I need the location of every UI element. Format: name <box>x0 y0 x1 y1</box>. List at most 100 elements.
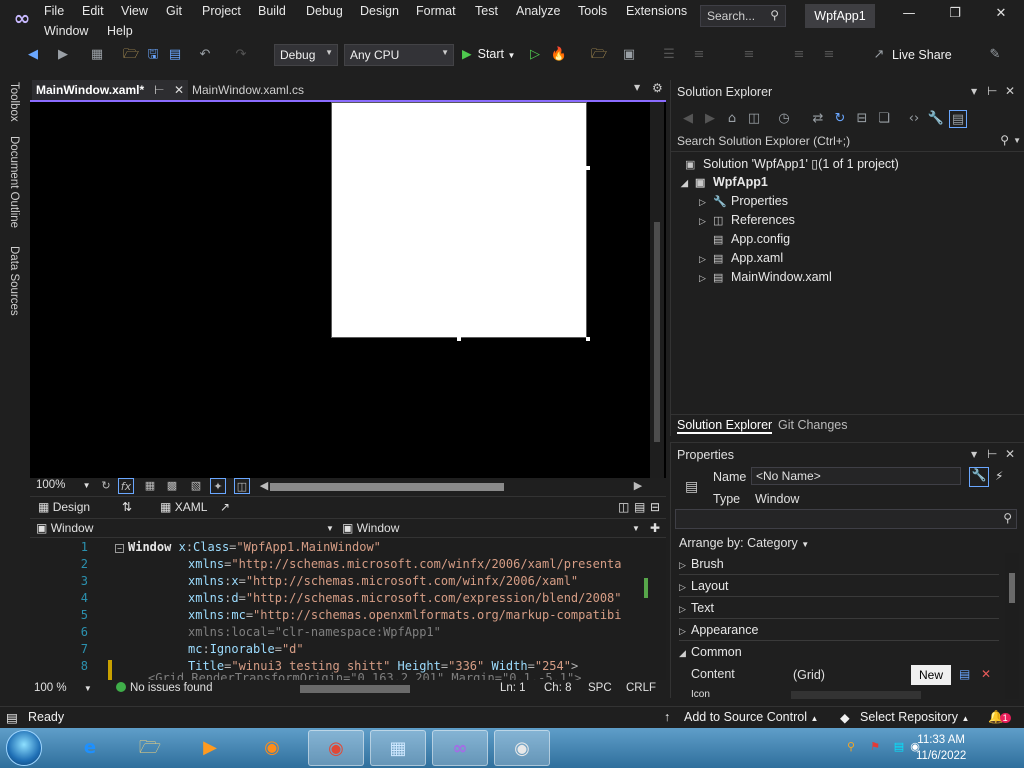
app-window-icon[interactable]: ◉ <box>494 730 550 766</box>
expanded-arrow-icon[interactable]: ◢ <box>681 178 695 189</box>
start-without-debugging-icon[interactable]: ▷ <box>526 46 544 64</box>
category-appearance[interactable]: ▷ Appearance <box>679 623 758 637</box>
feedback-icon[interactable]: ✎ <box>986 46 1004 64</box>
split-editor-icon[interactable]: ✚ <box>650 521 660 535</box>
category-common[interactable]: ◢ Common <box>679 645 742 659</box>
properties-search[interactable]: ⚲ <box>675 509 1017 529</box>
document-outline-tab[interactable]: Document Outline <box>8 136 20 228</box>
properties-wrench-icon[interactable]: 🔧 <box>969 467 989 487</box>
comment-icon[interactable]: ≡ <box>790 46 808 64</box>
pin-icon[interactable]: ⊢ <box>154 83 164 97</box>
menu-tools[interactable]: Tools <box>578 4 607 18</box>
pin-icon[interactable]: ⊢ <box>987 84 997 98</box>
open-folder-icon[interactable]: 🗁 <box>122 46 140 64</box>
category-brush[interactable]: ▷ Brush <box>679 557 724 571</box>
collapse-region-icon[interactable]: − <box>115 544 124 553</box>
resize-handle-right[interactable] <box>586 166 590 170</box>
refresh-icon[interactable]: ↻ <box>831 110 849 128</box>
resize-handle-bottom[interactable] <box>457 337 461 341</box>
search-options-icon[interactable]: ▼ <box>1013 136 1021 145</box>
menu-build[interactable]: Build <box>258 4 286 18</box>
format-icon[interactable]: ≡ <box>740 46 758 64</box>
switch-views-icon[interactable]: ◫ <box>745 110 763 128</box>
tab-solution-explorer[interactable]: Solution Explorer <box>677 418 773 434</box>
network-tray-icon[interactable]: ▤ <box>892 740 906 754</box>
menu-file[interactable]: File <box>44 4 64 18</box>
collapsed-arrow-icon[interactable]: ▷ <box>699 216 713 227</box>
properties-wrench-icon[interactable]: 🔧 <box>927 110 945 128</box>
preview-selected-icon[interactable]: ▤ <box>949 110 967 128</box>
editor-zoom-select[interactable]: 100 % ▼ <box>34 682 92 694</box>
back-icon[interactable]: ◀ <box>679 110 697 128</box>
start-button[interactable]: ▶ Start ▼ <box>462 46 515 61</box>
menu-format[interactable]: Format <box>416 4 456 18</box>
events-lightning-icon[interactable]: ⚡ <box>995 469 1003 483</box>
project-name-badge[interactable]: WpfApp1 <box>805 4 875 28</box>
effects-icon[interactable]: fx <box>118 478 134 494</box>
resize-handle-corner[interactable] <box>586 337 590 341</box>
redo-icon[interactable]: ↷ <box>232 46 250 64</box>
platform-select[interactable]: Any CPU ▼ <box>344 44 454 66</box>
collapsed-arrow-icon[interactable]: ▷ <box>699 197 713 208</box>
app-icon[interactable]: ◉ <box>244 730 300 766</box>
forward-icon[interactable]: ▶ <box>701 110 719 128</box>
scroll-right-icon[interactable]: ▶ <box>630 478 646 494</box>
xaml-designer-surface[interactable] <box>30 102 666 478</box>
menu-view[interactable]: View <box>121 4 148 18</box>
menu-test[interactable]: Test <box>475 4 498 18</box>
chevron-down-icon[interactable]: ▼ <box>632 524 640 533</box>
element-select-right[interactable]: ▣ Window <box>342 521 399 535</box>
issues-indicator[interactable]: No issues found <box>116 682 212 694</box>
configuration-select[interactable]: Debug ▼ <box>274 44 338 66</box>
chevron-down-icon[interactable]: ▼ <box>326 524 334 533</box>
flag-tray-icon[interactable]: ⚑ <box>868 740 882 754</box>
new-content-button[interactable]: New <box>911 665 951 685</box>
tab-overflow-icon[interactable]: ▼ <box>634 83 640 92</box>
close-icon[interactable]: ✕ <box>1005 84 1015 98</box>
menu-extensions[interactable]: Extensions <box>626 4 687 18</box>
tree-item-references[interactable]: ▷ ◫ References <box>699 213 795 227</box>
properties-scroll-thumb[interactable] <box>1009 573 1015 603</box>
tree-project-node[interactable]: ◢ ▣ WpfApp1 <box>681 175 768 189</box>
file-explorer-icon[interactable]: 🗁 <box>122 730 178 766</box>
restore-icon[interactable]: ❐ <box>940 6 970 26</box>
design-tab[interactable]: ▦ Design <box>38 500 90 514</box>
data-sources-tab[interactable]: Data Sources <box>8 246 20 316</box>
tree-item-app-xaml[interactable]: ▷ ▤ App.xaml <box>699 251 783 265</box>
grid-icon[interactable]: ▦ <box>142 478 158 494</box>
tab-git-changes[interactable]: Git Changes <box>778 418 847 432</box>
taskbar-clock[interactable]: 11:33 AM 11/6/2022 <box>916 732 966 764</box>
tab-mainwindow-xaml-cs[interactable]: MainWindow.xaml.cs <box>192 83 304 97</box>
tree-item-properties[interactable]: ▷ 🔧 Properties <box>699 194 788 208</box>
menu-edit[interactable]: Edit <box>82 4 104 18</box>
sync-icon[interactable]: ⇄ <box>809 110 827 128</box>
category-layout[interactable]: ▷ Layout <box>679 579 729 593</box>
add-to-source-control-button[interactable]: Add to Source Control ▲ <box>684 710 818 724</box>
window-preview[interactable] <box>331 102 587 338</box>
tree-solution-node[interactable]: ▣ Solution 'WpfApp1' ▯(1 of 1 project) <box>685 156 899 171</box>
gear-icon[interactable]: ⚙ <box>652 81 663 95</box>
output-window-icon[interactable]: ▤ <box>6 710 18 725</box>
back-icon[interactable]: ◀ <box>24 46 42 64</box>
undo-icon[interactable]: ↶ <box>196 46 214 64</box>
panel-options-icon[interactable]: ▼ <box>971 450 977 459</box>
designer-horizontal-scroll-thumb[interactable] <box>270 483 504 491</box>
visual-studio-icon[interactable]: ∞ <box>432 730 488 766</box>
new-project-icon[interactable]: ▦ <box>88 46 106 64</box>
uncomment-icon[interactable]: ≡ <box>820 46 838 64</box>
menu-analyze[interactable]: Analyze <box>516 4 560 18</box>
share-icon[interactable]: ↗ <box>870 46 888 64</box>
tab-mainwindow-xaml[interactable]: MainWindow.xaml* ⊢ ✕ <box>32 80 188 100</box>
icon-field[interactable] <box>791 691 921 699</box>
snap-grid-icon[interactable]: ▩ <box>164 478 180 494</box>
global-search-box[interactable]: Search... ⚲ <box>700 5 786 27</box>
property-marker-icon[interactable]: ▤ <box>959 667 970 681</box>
menu-design[interactable]: Design <box>360 4 399 18</box>
tree-item-app-config[interactable]: ▤ App.config <box>699 232 790 246</box>
folder-icon[interactable]: 🗁 <box>590 46 608 64</box>
menu-debug[interactable]: Debug <box>306 4 343 18</box>
home-icon[interactable]: ⌂ <box>723 110 741 128</box>
media-player-icon[interactable]: ▶ <box>182 730 238 766</box>
start-button[interactable] <box>6 730 42 766</box>
line-indicator[interactable]: Ln: 1 <box>500 682 526 694</box>
